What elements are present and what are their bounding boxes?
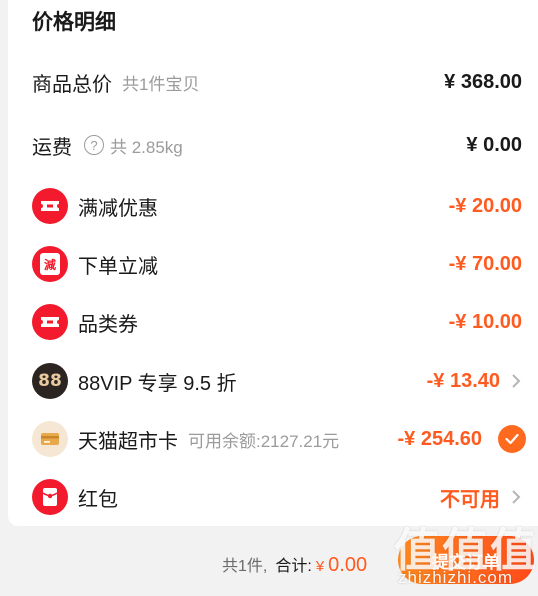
supermarket-card-amount: -¥ 254.60 bbox=[397, 427, 482, 450]
vip-icon-text: 88 bbox=[38, 371, 62, 391]
item-count-text: 共1件, bbox=[222, 558, 268, 575]
vip-discount-label: 88VIP 专享 9.5 折 bbox=[78, 372, 237, 395]
checkmark-icon[interactable] bbox=[498, 425, 526, 453]
full-reduction-row: 满减优惠 -¥ 20.00 bbox=[32, 186, 526, 226]
order-discount-amount: -¥ 70.00 bbox=[448, 252, 522, 275]
supermarket-card-label: 天猫超市卡 bbox=[78, 430, 178, 453]
red-packet-label: 红包 bbox=[78, 488, 118, 511]
goods-total-label: 商品总价 bbox=[32, 73, 112, 96]
shipping-row: 运费 ? 共 2.85kg ¥ 0.00 bbox=[32, 125, 526, 165]
order-discount-label: 下单立减 bbox=[78, 255, 158, 278]
goods-total-amount: ¥ 368.00 bbox=[444, 70, 522, 93]
reduce-badge-icon: 減 bbox=[32, 246, 68, 282]
category-coupon-row: 品类券 -¥ 10.00 bbox=[32, 302, 526, 342]
shipping-amount: ¥ 0.00 bbox=[466, 133, 522, 156]
question-circle-icon[interactable]: ? bbox=[84, 135, 104, 155]
total-currency: ¥ bbox=[315, 558, 325, 575]
category-coupon-amount: -¥ 10.00 bbox=[448, 310, 522, 333]
card-icon bbox=[32, 421, 68, 457]
price-detail-card: 价格明细 商品总价 共1件宝贝 ¥ 368.00 运费 ? 共 2.85kg ¥… bbox=[8, 0, 538, 526]
reduce-badge-text: 減 bbox=[40, 253, 60, 275]
total-amount: 0.00 bbox=[328, 554, 368, 576]
goods-total-row: 商品总价 共1件宝贝 ¥ 368.00 bbox=[32, 62, 526, 102]
order-total: 共1件, 合计: ¥ 0.00 bbox=[222, 552, 367, 577]
chevron-right-icon[interactable] bbox=[508, 371, 524, 391]
vip-discount-amount: -¥ 13.40 bbox=[426, 369, 500, 392]
submit-order-button[interactable]: 提交订单 bbox=[398, 536, 534, 584]
card-balance-text: 可用余额:2127.21元 bbox=[188, 431, 340, 451]
red-packet-status: 不可用 bbox=[440, 488, 500, 511]
red-envelope-icon bbox=[32, 479, 68, 515]
total-label: 合计: bbox=[275, 558, 312, 575]
supermarket-card-row[interactable]: 天猫超市卡 可用余额:2127.21元 -¥ 254.60 bbox=[32, 419, 526, 459]
88vip-icon: 88 bbox=[32, 363, 68, 399]
order-discount-row: 減 下单立减 -¥ 70.00 bbox=[32, 244, 526, 284]
full-reduction-amount: -¥ 20.00 bbox=[448, 194, 522, 217]
page-title: 价格明细 bbox=[32, 11, 116, 34]
shipping-label: 运费 bbox=[32, 136, 72, 159]
coupon-ticket-icon bbox=[32, 188, 68, 224]
category-coupon-label: 品类券 bbox=[78, 313, 138, 336]
coupon-ticket-icon bbox=[32, 304, 68, 340]
chevron-right-icon[interactable] bbox=[508, 487, 524, 507]
vip-discount-row[interactable]: 88 88VIP 专享 9.5 折 -¥ 13.40 bbox=[32, 361, 526, 401]
shipping-weight-text: 共 2.85kg bbox=[110, 137, 183, 157]
red-packet-row[interactable]: 红包 不可用 bbox=[32, 477, 526, 517]
full-reduction-label: 满减优惠 bbox=[78, 197, 158, 220]
goods-count-text: 共1件宝贝 bbox=[122, 74, 200, 94]
